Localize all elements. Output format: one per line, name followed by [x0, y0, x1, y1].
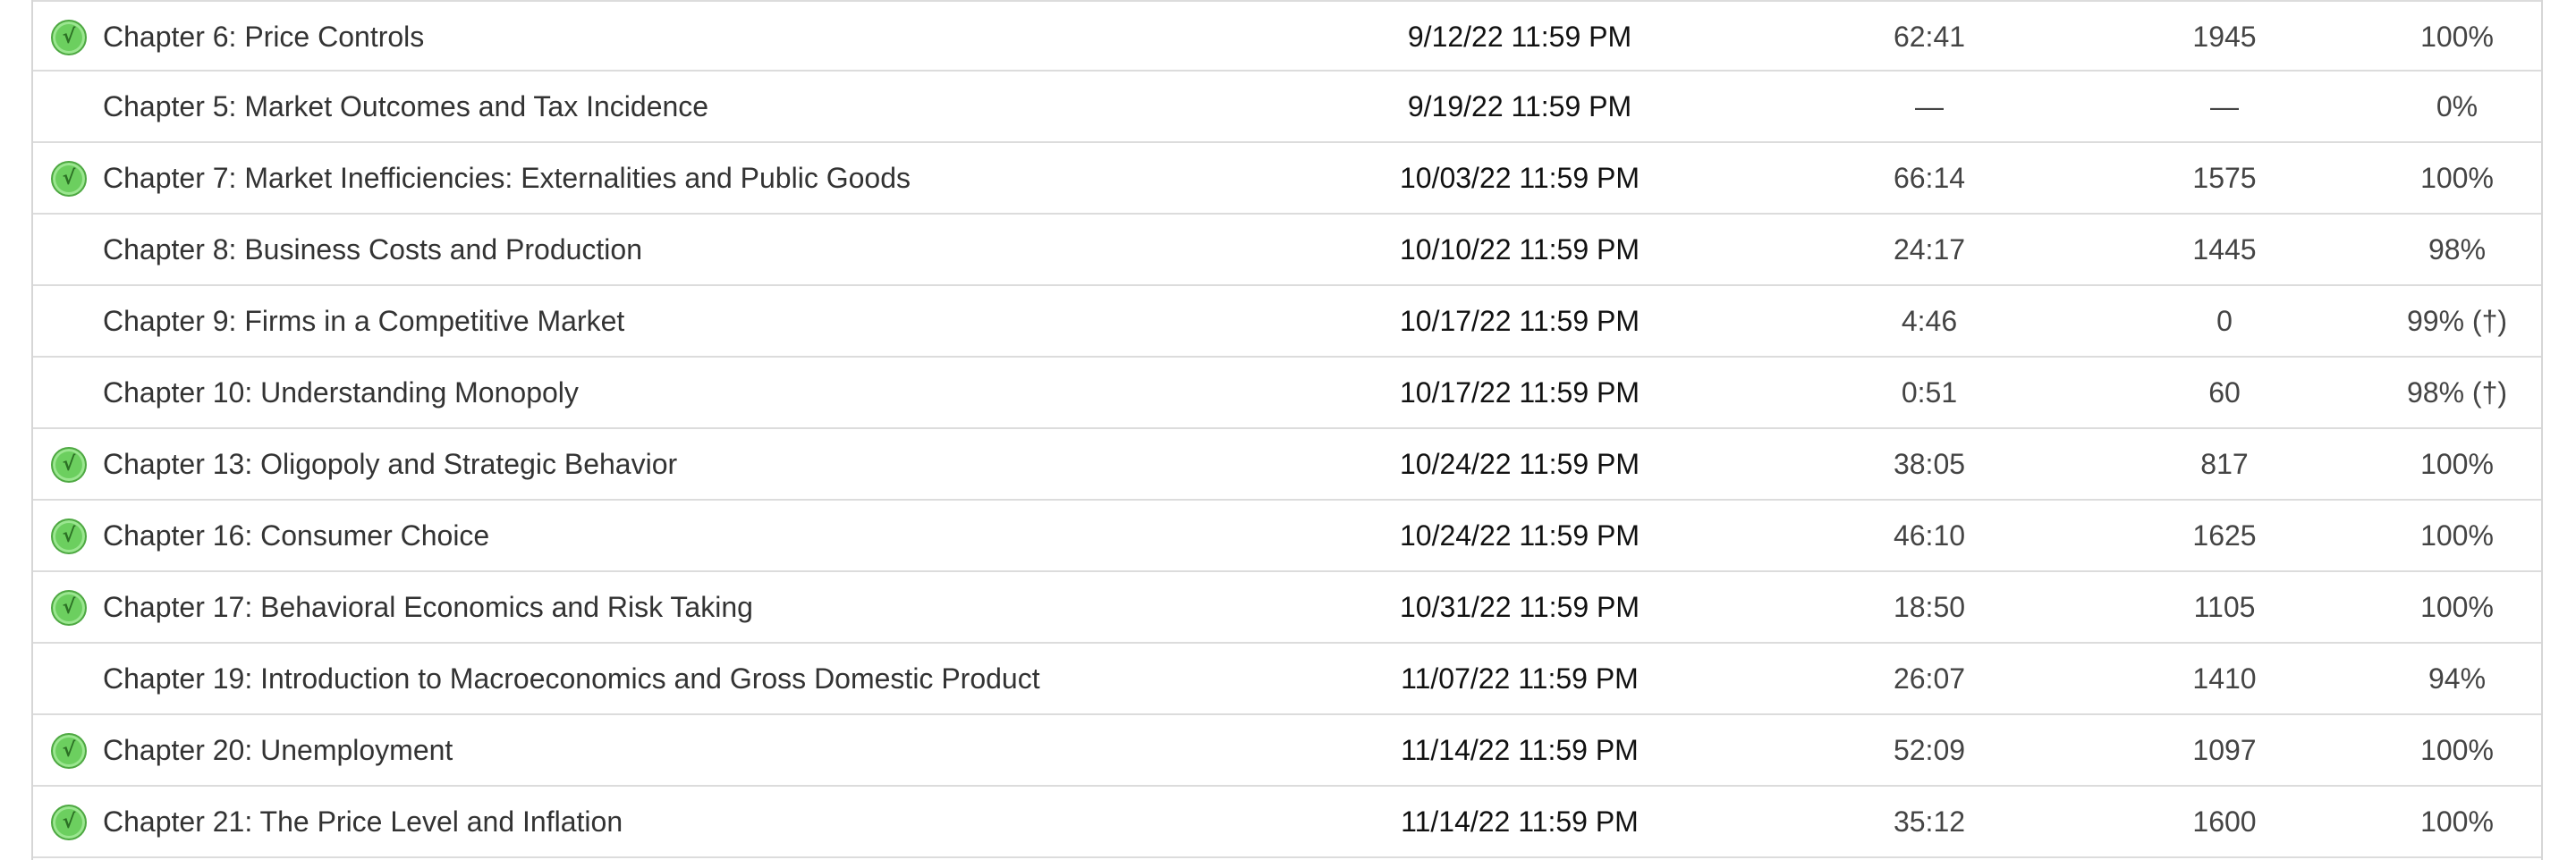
table-row[interactable]: Chapter 10: Understanding Monopoly 10/17… — [33, 358, 2541, 429]
time-spent: 4:46 — [1901, 305, 1958, 337]
time-spent: 66:14 — [1893, 162, 1966, 194]
due-date: 9/19/22 11:59 PM — [1407, 90, 1632, 122]
due-date: 11/14/22 11:59 PM — [1401, 805, 1639, 838]
assignment-name[interactable]: Chapter 5: Market Outcomes and Tax Incid… — [103, 72, 708, 141]
assignment-name[interactable]: Chapter 21: The Price Level and Inflatio… — [103, 787, 623, 856]
score: 1445 — [2192, 233, 2257, 266]
percent-complete: 100% — [2420, 448, 2494, 480]
check-circle-icon: √ — [51, 733, 87, 769]
assignment-name[interactable]: Chapter 19: Introduction to Macroeconomi… — [103, 644, 1040, 713]
percent-complete: 100% — [2420, 591, 2494, 623]
time-spent: 62:41 — [1893, 21, 1966, 53]
time-spent: — — [1915, 90, 1944, 122]
score: 1625 — [2192, 519, 2257, 552]
assignment-name[interactable]: Chapter 17: Behavioral Economics and Ris… — [103, 572, 753, 642]
table-row[interactable]: √ Chapter 20: Unemployment 11/14/22 11:5… — [33, 715, 2541, 787]
table-row[interactable]: √ Chapter 7: Market Inefficiencies: Exte… — [33, 143, 2541, 215]
table-row[interactable]: √ Chapter 17: Behavioral Economics and R… — [33, 572, 2541, 644]
score: 1600 — [2192, 805, 2257, 838]
score: 60 — [2208, 376, 2241, 409]
time-spent: 0:51 — [1901, 376, 1958, 409]
due-date: 11/14/22 11:59 PM — [1401, 734, 1639, 766]
percent-complete: 98% — [2428, 233, 2487, 266]
assignment-name[interactable]: Chapter 20: Unemployment — [103, 715, 453, 785]
due-date: 11/07/22 11:59 PM — [1401, 662, 1639, 695]
due-date: 10/17/22 11:59 PM — [1399, 305, 1640, 337]
percent-complete: 100% — [2420, 21, 2494, 53]
score: 1945 — [2192, 21, 2257, 53]
score: 1575 — [2192, 162, 2257, 194]
assignment-name[interactable]: Chapter 9: Firms in a Competitive Market — [103, 286, 624, 356]
score: 1105 — [2193, 591, 2256, 623]
table-row[interactable]: Chapter 8: Business Costs and Production… — [33, 215, 2541, 286]
assignments-table: √ Chapter 6: Price Controls 9/12/22 11:5… — [31, 0, 2543, 860]
time-spent: 26:07 — [1893, 662, 1966, 695]
due-date: 10/03/22 11:59 PM — [1399, 162, 1640, 194]
table-row[interactable]: √ Chapter 16: Consumer Choice 10/24/22 1… — [33, 501, 2541, 572]
due-date: 10/24/22 11:59 PM — [1399, 519, 1640, 552]
assignment-name[interactable]: Chapter 16: Consumer Choice — [103, 501, 489, 570]
percent-complete: 98% (†) — [2406, 376, 2508, 409]
score: 0 — [2216, 305, 2233, 337]
check-circle-icon: √ — [51, 805, 87, 840]
time-spent: 52:09 — [1893, 734, 1966, 766]
check-circle-icon: √ — [51, 20, 87, 55]
time-spent: 24:17 — [1893, 233, 1966, 266]
score: — — [2210, 90, 2239, 122]
due-date: 10/31/22 11:59 PM — [1399, 591, 1640, 623]
due-date: 10/24/22 11:59 PM — [1399, 448, 1640, 480]
score: 817 — [2200, 448, 2249, 480]
check-circle-icon: √ — [51, 590, 87, 626]
check-circle-icon: √ — [51, 519, 87, 554]
table-row[interactable]: √ Chapter 21: The Price Level and Inflat… — [33, 787, 2541, 858]
percent-complete: 0% — [2436, 90, 2479, 122]
check-circle-icon: √ — [51, 161, 87, 197]
percent-complete: 100% — [2420, 162, 2494, 194]
table-row[interactable]: Chapter 19: Introduction to Macroeconomi… — [33, 644, 2541, 715]
assignment-name[interactable]: Chapter 13: Oligopoly and Strategic Beha… — [103, 429, 677, 499]
percent-complete: 100% — [2420, 805, 2494, 838]
score: 1410 — [2192, 662, 2257, 695]
table-row[interactable]: Chapter 9: Firms in a Competitive Market… — [33, 286, 2541, 358]
table-row[interactable]: Chapter 5: Market Outcomes and Tax Incid… — [33, 72, 2541, 143]
due-date: 10/10/22 11:59 PM — [1399, 233, 1640, 266]
table-row[interactable]: √ Chapter 13: Oligopoly and Strategic Be… — [33, 429, 2541, 501]
score: 1097 — [2192, 734, 2257, 766]
assignment-name[interactable]: Chapter 8: Business Costs and Production — [103, 215, 642, 284]
assignment-name[interactable]: Chapter 6: Price Controls — [103, 2, 424, 72]
time-spent: 46:10 — [1893, 519, 1966, 552]
table-row[interactable]: √ Chapter 6: Price Controls 9/12/22 11:5… — [33, 0, 2541, 72]
assignment-name[interactable]: Chapter 7: Market Inefficiencies: Extern… — [103, 143, 911, 213]
percent-complete: 100% — [2420, 734, 2494, 766]
due-date: 10/17/22 11:59 PM — [1399, 376, 1640, 409]
time-spent: 35:12 — [1893, 805, 1966, 838]
time-spent: 18:50 — [1893, 591, 1966, 623]
check-circle-icon: √ — [51, 447, 87, 483]
due-date: 9/12/22 11:59 PM — [1407, 21, 1632, 53]
assignment-name[interactable]: Chapter 10: Understanding Monopoly — [103, 358, 579, 427]
percent-complete: 99% (†) — [2406, 305, 2508, 337]
time-spent: 38:05 — [1893, 448, 1966, 480]
percent-complete: 94% — [2428, 662, 2487, 695]
percent-complete: 100% — [2420, 519, 2494, 552]
